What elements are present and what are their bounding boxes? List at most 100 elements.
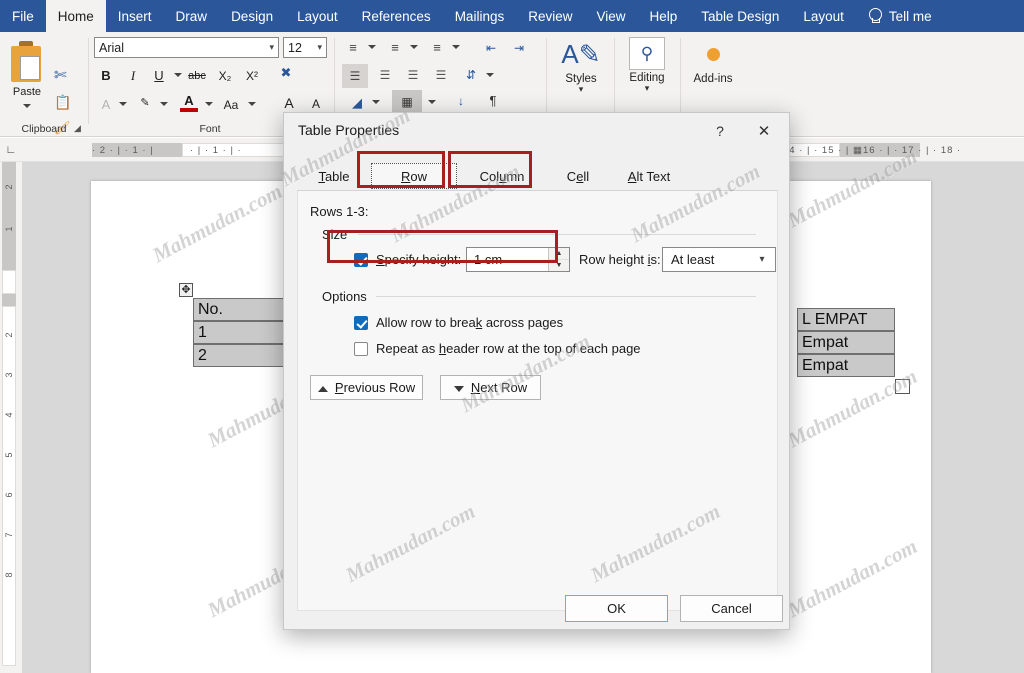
chevron-down-icon[interactable]: ▾ — [749, 254, 775, 265]
table-cell[interactable]: No. — [193, 298, 293, 321]
shading-icon[interactable]: ◢ — [346, 92, 368, 113]
align-right-icon[interactable]: ☰ — [402, 64, 424, 85]
repeat-header-row-checkbox[interactable] — [354, 342, 368, 356]
ribbon-tab-draw[interactable]: Draw — [164, 0, 220, 32]
font-size-chevron-down-icon[interactable]: ▾ — [317, 42, 322, 53]
dialog-tab-alt-text[interactable]: Alt Text — [615, 163, 683, 189]
text-highlight-icon[interactable]: ✎ — [134, 92, 156, 113]
underline-button[interactable]: U — [148, 65, 170, 86]
numbered-list-icon[interactable]: ≡ — [384, 37, 406, 58]
increase-indent-icon[interactable]: ⇥ — [508, 37, 530, 58]
table-move-handle-icon[interactable]: ✥ — [179, 283, 193, 297]
ribbon-tab-design[interactable]: Design — [219, 0, 285, 32]
help-icon[interactable]: ? — [709, 120, 731, 142]
bullet-list-icon[interactable]: ≡ — [342, 37, 364, 58]
document-table-left[interactable]: ✥ No. 1 2 — [193, 298, 293, 367]
line-spacing-chevron-down-icon[interactable] — [486, 71, 495, 80]
sort-icon[interactable]: ↓ — [450, 90, 472, 111]
font-size-combo[interactable]: 12 ▾ — [283, 37, 327, 58]
editing-button[interactable]: ⚲ Editing ▾ — [616, 37, 678, 92]
shrink-font-button[interactable]: A — [305, 93, 327, 114]
paste-icon[interactable] — [8, 40, 46, 86]
table-cell[interactable]: 1 — [193, 321, 293, 344]
table-cell[interactable]: L EMPAT — [797, 308, 895, 331]
ribbon-tab-home[interactable]: Home — [46, 0, 106, 32]
font-color-chevron-down-icon[interactable] — [205, 100, 214, 109]
font-color-swatch[interactable] — [180, 108, 198, 112]
ribbon-tab-references[interactable]: References — [350, 0, 443, 32]
addins-button[interactable]: Add-ins — [682, 37, 744, 85]
paste-label[interactable]: Paste — [0, 86, 54, 98]
paste-chevron-down-icon[interactable] — [23, 102, 32, 111]
specify-height-checkbox[interactable] — [354, 253, 368, 267]
previous-row-button[interactable]: Previous Row — [310, 375, 423, 400]
borders-chevron-down-icon[interactable] — [428, 98, 437, 107]
shading-chevron-down-icon[interactable] — [372, 98, 381, 107]
underline-chevron-down-icon[interactable] — [174, 71, 183, 80]
multilevel-chevron-down-icon[interactable] — [452, 43, 461, 52]
ribbon-tab-help[interactable]: Help — [638, 0, 690, 32]
grow-font-button[interactable]: A — [278, 92, 300, 113]
allow-row-break-checkbox[interactable] — [354, 316, 368, 330]
ribbon-tab-file[interactable]: File — [0, 0, 46, 32]
bold-button[interactable]: B — [95, 65, 117, 86]
spinner-down-icon[interactable]: ▼ — [549, 260, 569, 271]
table-resize-handle-icon[interactable] — [895, 379, 910, 394]
clipboard-dialog-launcher-icon[interactable]: ◢ — [74, 123, 81, 134]
styles-button[interactable]: A✎ Styles ▾ — [550, 37, 612, 93]
decrease-indent-icon[interactable]: ⇤ — [480, 37, 502, 58]
change-case-chevron-down-icon[interactable] — [248, 100, 257, 109]
dialog-tab-row[interactable]: Row — [371, 163, 457, 189]
table-properties-dialog[interactable]: Table Properties ? ✕ Table Row Column Ce… — [283, 112, 790, 630]
ribbon-tab-table-design[interactable]: Table Design — [689, 0, 791, 32]
change-case-button[interactable]: Aa — [220, 94, 242, 115]
table-cell[interactable]: Empat — [797, 354, 895, 377]
ribbon-tab-review[interactable]: Review — [516, 0, 584, 32]
italic-button[interactable]: I — [122, 65, 144, 86]
ribbon-tab-view[interactable]: View — [584, 0, 637, 32]
tell-me-button[interactable]: Tell me — [856, 0, 944, 32]
dialog-tab-cell[interactable]: Cell — [553, 163, 603, 189]
scissors-icon[interactable]: ✄ — [54, 66, 67, 84]
spinner-up-icon[interactable]: ▲ — [549, 248, 569, 260]
ribbon-tab-insert[interactable]: Insert — [106, 0, 164, 32]
justify-icon[interactable]: ☰ — [430, 64, 452, 85]
multilevel-list-icon[interactable]: ≡ — [426, 37, 448, 58]
row-height-is-select[interactable]: At least ▾ — [662, 247, 776, 272]
document-table-right[interactable]: L EMPAT Empat Empat — [797, 308, 895, 377]
vertical-ruler[interactable]: 2 1 2 3 4 5 6 7 8 — [0, 162, 22, 673]
text-effects-icon[interactable]: A — [95, 94, 117, 115]
align-center-icon[interactable]: ☰ — [374, 64, 396, 85]
editing-chevron-down-icon[interactable]: ▾ — [616, 84, 678, 92]
align-left-icon[interactable]: ☰ — [342, 64, 368, 88]
dialog-tab-column[interactable]: Column — [463, 163, 541, 189]
ok-button[interactable]: OK — [565, 595, 668, 622]
tab-stop-icon[interactable]: ∟ — [2, 141, 20, 159]
subscript-button[interactable]: X₂ — [214, 65, 236, 86]
table-cell[interactable]: 2 — [193, 344, 293, 367]
font-family-combo[interactable]: Arial ▾ — [94, 37, 279, 58]
clear-formatting-icon[interactable]: ✖ — [275, 62, 297, 83]
numbering-chevron-down-icon[interactable] — [410, 43, 419, 52]
copy-icon[interactable]: 📋 — [54, 94, 71, 111]
dialog-tab-table[interactable]: Table — [303, 163, 365, 189]
font-family-chevron-down-icon[interactable]: ▾ — [269, 42, 274, 53]
styles-chevron-down-icon[interactable]: ▾ — [550, 85, 612, 93]
superscript-button[interactable]: X² — [241, 65, 263, 86]
close-icon[interactable]: ✕ — [749, 120, 779, 142]
specify-height-stepper[interactable]: 1 cm ▲ ▼ — [466, 247, 570, 272]
line-spacing-icon[interactable]: ⇵ — [460, 64, 482, 85]
next-row-button[interactable]: Next Row — [440, 375, 541, 400]
bullets-chevron-down-icon[interactable] — [368, 43, 377, 52]
text-effects-chevron-down-icon[interactable] — [119, 100, 128, 109]
borders-icon[interactable]: ▦ — [392, 90, 422, 114]
ribbon-tab-mailings[interactable]: Mailings — [443, 0, 517, 32]
specify-height-value[interactable]: 1 cm — [467, 248, 548, 271]
table-cell[interactable]: Empat — [797, 331, 895, 354]
cancel-button[interactable]: Cancel — [680, 595, 783, 622]
strikethrough-button[interactable]: abc — [186, 65, 208, 86]
ribbon-tab-table-layout[interactable]: Layout — [791, 0, 856, 32]
paragraph-marks-icon[interactable]: ¶ — [482, 90, 504, 111]
highlight-chevron-down-icon[interactable] — [160, 100, 169, 109]
ribbon-tab-layout[interactable]: Layout — [285, 0, 350, 32]
